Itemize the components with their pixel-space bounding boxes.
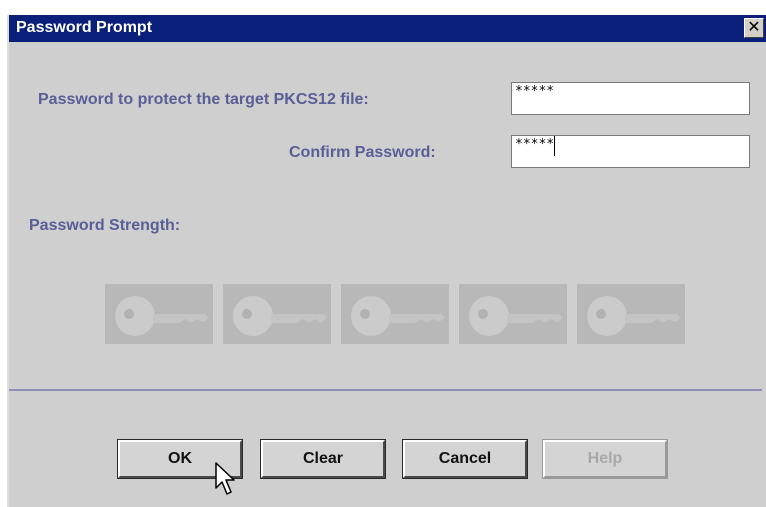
clear-button[interactable]: Clear — [261, 440, 385, 478]
divider — [9, 389, 762, 391]
password-field-value: ***** — [515, 84, 555, 99]
dialog-title: Password Prompt — [16, 19, 153, 36]
strength-key-3 — [341, 284, 449, 344]
key-icon — [351, 296, 445, 336]
confirm-password-label: Confirm Password: — [289, 144, 436, 161]
confirm-password-field[interactable]: ***** — [511, 135, 750, 168]
text-caret — [554, 136, 556, 156]
strength-key-4 — [459, 284, 567, 344]
confirm-password-field-value: ***** — [515, 137, 555, 152]
strength-key-1 — [105, 284, 213, 344]
title-bar: Password Prompt ✕ — [9, 15, 766, 42]
close-button[interactable]: ✕ — [744, 18, 764, 38]
password-field[interactable]: ***** — [511, 82, 750, 115]
key-icon — [115, 296, 209, 336]
password-prompt-dialog: Password Prompt ✕ Password to protect th… — [7, 15, 766, 507]
strength-key-2 — [223, 284, 331, 344]
password-strength-label: Password Strength: — [29, 217, 181, 234]
mouse-pointer-icon — [215, 462, 235, 495]
key-icon — [233, 296, 327, 336]
key-icon — [469, 296, 563, 336]
key-icon — [587, 296, 681, 336]
help-button[interactable]: Help — [543, 440, 667, 478]
strength-key-5 — [577, 284, 685, 344]
cancel-button[interactable]: Cancel — [403, 440, 527, 478]
close-icon: ✕ — [747, 19, 761, 36]
password-label: Password to protect the target PKCS12 fi… — [38, 91, 369, 108]
